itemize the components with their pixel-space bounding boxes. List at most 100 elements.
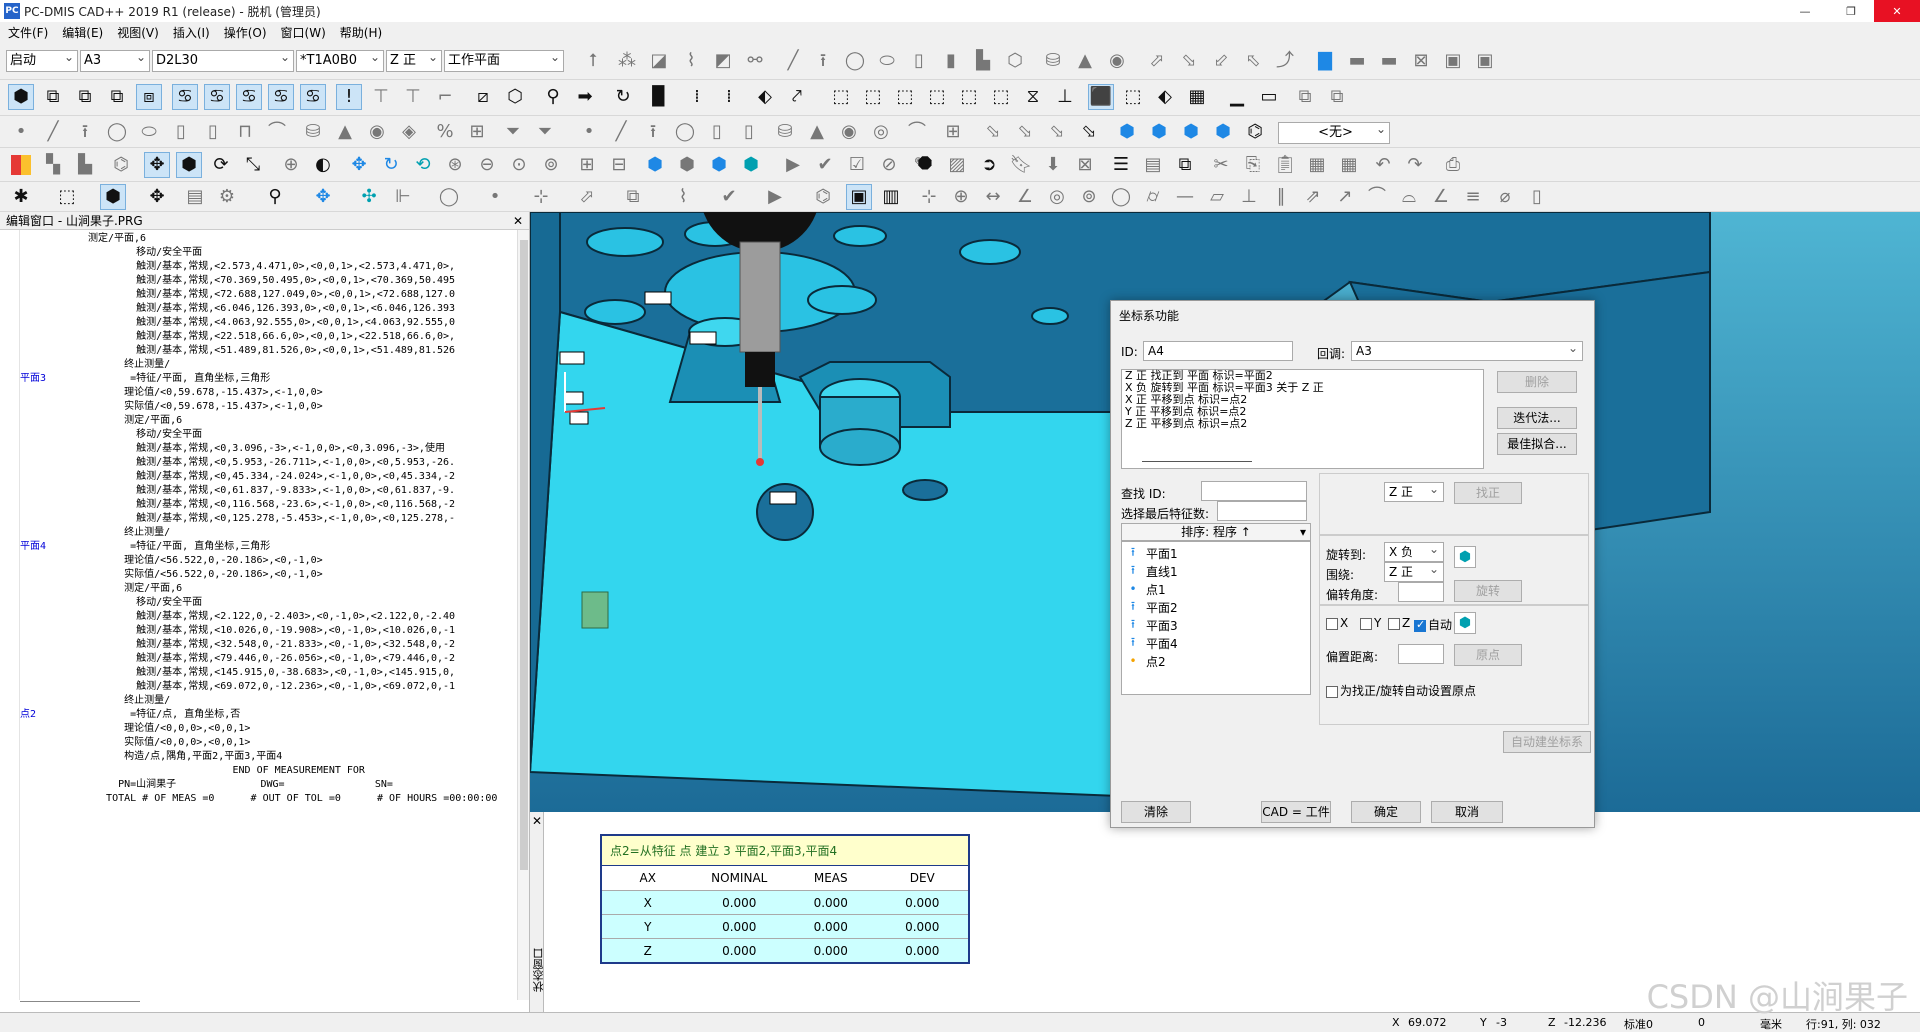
line-width-icon[interactable]: ▁ — [1224, 84, 1250, 110]
globe-icon[interactable]: ⊕ — [278, 152, 304, 178]
offset-dist-input[interactable] — [1398, 644, 1444, 664]
move-teal-icon[interactable]: ✣ — [356, 184, 382, 210]
z-checkbox[interactable] — [1388, 617, 1400, 630]
refresh-icon[interactable]: ⟳ — [208, 152, 234, 178]
line-2-icon[interactable]: ╱ — [608, 119, 634, 145]
comment-icon[interactable]: ▤ — [182, 184, 208, 210]
iterate-button[interactable]: 迭代法... — [1497, 407, 1577, 429]
code-line[interactable]: 点2 =特征/点, 直角坐标,否 — [20, 708, 515, 722]
code-line[interactable]: 触测/基本,常规,<22.518,66.6,0>,<0,0,1>,<22.518… — [20, 330, 515, 344]
close-file-icon[interactable]: ⊠ — [1408, 48, 1434, 74]
pick-origin-icon[interactable]: ⬢ — [1454, 612, 1476, 634]
code-line[interactable]: 测定/平面,6 — [20, 414, 515, 428]
save-icon[interactable]: ▣ — [1440, 48, 1466, 74]
view-iso-icon[interactable]: ⧖ — [1020, 84, 1046, 110]
auto-origin-checkbox[interactable] — [1326, 685, 1338, 698]
align-3-icon[interactable]: ⬢ — [1178, 119, 1204, 145]
probe-blue-2-icon[interactable]: ⬢ — [706, 152, 732, 178]
sphere-3d-icon[interactable]: ◐ — [310, 152, 336, 178]
construct-6-icon[interactable]: ⬀ — [574, 184, 600, 210]
torus-icon[interactable]: ◈ — [396, 119, 422, 145]
link-icon[interactable]: ⧉ — [1172, 152, 1198, 178]
construct-4-icon[interactable]: ⬁ — [1240, 48, 1266, 74]
dim-icon[interactable]: ⬖ — [752, 84, 778, 110]
align-2-icon[interactable]: ⬢ — [1146, 119, 1172, 145]
paste-2-icon[interactable]: ▦ — [1304, 152, 1330, 178]
probe-icon[interactable]: ⭡ — [580, 48, 606, 74]
delete-button[interactable]: 删除 — [1497, 371, 1577, 393]
construct-pl-icon[interactable]: ⬂ — [1044, 119, 1070, 145]
construct-2-icon[interactable]: ⬂ — [1176, 48, 1202, 74]
code-line[interactable]: 实际值/<56.522,0,-20.186>,<0,-1,0> — [20, 568, 515, 582]
redo-icon[interactable]: ↷ — [1402, 152, 1428, 178]
about-select[interactable]: Z 正 — [1384, 560, 1444, 582]
align-1-icon[interactable]: ⬢ — [1114, 119, 1140, 145]
chk-y[interactable]: Y — [1360, 616, 1381, 630]
filter-2-icon[interactable]: ⏷ — [532, 119, 558, 145]
feature-list-item[interactable]: • 点1 — [1122, 580, 1310, 598]
solid-cube-icon[interactable]: ⬢ — [100, 184, 126, 210]
mark-2-icon[interactable]: ⁞ — [716, 84, 742, 110]
tip-select[interactable]: *T1A0B0 — [296, 50, 384, 72]
code-line[interactable]: 触测/基本,常规,<0,3.096,-3>,<-1,0,0>,<0,3.096,… — [20, 442, 515, 456]
cube-3d-icon[interactable]: ⬢ — [176, 152, 202, 178]
cone-icon[interactable]: ▲ — [1072, 48, 1098, 74]
code-line[interactable]: 触测/基本,常规,<72.688,127.049,0>,<0,0,1>,<72.… — [20, 288, 515, 302]
code-line[interactable]: PN=山涧果子 DWG= SN= — [20, 778, 515, 792]
feature-list-item[interactable]: ⭱ 平面4 — [1122, 634, 1310, 652]
dim-dist-icon[interactable]: ↔ — [980, 184, 1006, 210]
slot-2-icon[interactable]: ▯ — [200, 119, 226, 145]
code-line[interactable]: 触测/基本,常规,<32.548,0,-21.833>,<0,-1,0>,<32… — [20, 638, 515, 652]
dim-loc-icon[interactable]: ⊹ — [916, 184, 942, 210]
percent-icon[interactable]: % — [432, 119, 458, 145]
chk-x[interactable]: X — [1326, 616, 1348, 630]
play-icon[interactable]: ▶ — [780, 152, 806, 178]
cad-3-icon[interactable]: ⧉ — [104, 84, 130, 110]
tool-2-icon[interactable]: ⊤ — [400, 84, 426, 110]
code-line[interactable]: 移动/安全平面 — [20, 246, 515, 260]
doc-check-icon[interactable]: ☑ — [844, 152, 870, 178]
code-line[interactable]: 触测/基本,常规,<145.915,0,-38.683>,<0,-1,0>,<1… — [20, 666, 515, 680]
close-button[interactable]: ✕ — [1874, 0, 1920, 22]
tool-1-icon[interactable]: ⊤ — [368, 84, 394, 110]
window-icon[interactable]: ⧉ — [1292, 84, 1318, 110]
code-line[interactable]: 实际值/<0,0,0>,<0,0,1> — [20, 736, 515, 750]
minimize-button[interactable]: — — [1782, 0, 1828, 22]
alignment-select[interactable]: A3 — [80, 50, 150, 72]
feature-list-item[interactable]: ⭱ 平面3 — [1122, 616, 1310, 634]
probe-teal-icon[interactable]: ⬢ — [738, 152, 764, 178]
no-edit-icon[interactable]: ⊘ — [876, 152, 902, 178]
level-axis-select[interactable]: Z 正 — [1384, 480, 1444, 502]
paste-3-icon[interactable]: ▦ — [1336, 152, 1362, 178]
sort-dropdown-icon[interactable]: ▾ — [1300, 524, 1306, 540]
camera-icon[interactable]: ⌬ — [1242, 119, 1268, 145]
user-icon[interactable]: ⚲ — [262, 184, 288, 210]
offset-angle-input[interactable] — [1398, 582, 1444, 602]
screenshot-icon[interactable]: ⌬ — [108, 152, 134, 178]
vector-icon[interactable]: ⭱ — [810, 48, 836, 74]
notch-2-icon[interactable]: ⊓ — [232, 119, 258, 145]
dim-profile-icon[interactable]: ⌒ — [1364, 184, 1390, 210]
circle-3-icon[interactable]: ◯ — [436, 184, 462, 210]
code-line[interactable]: 理论值/<0,59.678,-15.437>,<-1,0,0> — [20, 386, 515, 400]
cad-icon[interactable]: ⧉ — [40, 84, 66, 110]
color-palette-icon[interactable] — [8, 152, 34, 178]
code-line[interactable]: 理论值/<0,0,0>,<0,0,1> — [20, 722, 515, 736]
auto-align-button[interactable]: 自动建坐标系 — [1503, 731, 1591, 753]
grid-icon[interactable]: ▦ — [1184, 84, 1210, 110]
surface-icon[interactable]: ◩ — [710, 48, 736, 74]
crosshair-icon[interactable]: ⊹ — [528, 184, 554, 210]
rotate-button[interactable]: 旋转 — [1454, 580, 1522, 602]
construct-3-icon[interactable]: ⬃ — [1208, 48, 1234, 74]
slot-tool-icon[interactable]: ⬭ — [874, 48, 900, 74]
x-checkbox[interactable] — [1326, 617, 1338, 630]
code-line[interactable]: 平面4 =特征/平面, 直角坐标,三角形 — [20, 540, 515, 554]
menu-window[interactable]: 窗口(W) — [281, 24, 326, 41]
status-window-close-icon[interactable]: ✕ — [532, 814, 542, 828]
shaded-icon[interactable]: ⬛ — [1088, 84, 1114, 110]
alert-icon[interactable]: ! — [336, 84, 362, 110]
dim-runout-icon[interactable]: ⇗ — [1300, 184, 1326, 210]
probe-mode-icon[interactable]: ✱ — [8, 184, 34, 210]
chk-auto-origin[interactable]: 为找正/旋转自动设置原点 — [1326, 682, 1476, 699]
dim-diameter-icon[interactable]: ⌀ — [1492, 184, 1518, 210]
